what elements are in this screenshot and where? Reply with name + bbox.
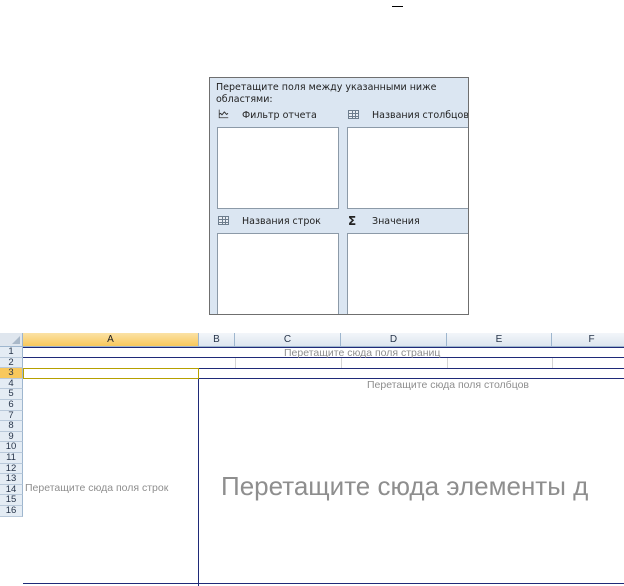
gridline <box>552 358 553 368</box>
grid-icon <box>348 109 362 121</box>
row-labels-label: Названия строк <box>242 215 321 227</box>
select-all-corner[interactable] <box>0 333 23 347</box>
grid-icon <box>218 215 232 227</box>
pivot-outline <box>23 583 624 584</box>
column-labels-header: Названия столбцов <box>348 107 469 123</box>
row-header-11[interactable]: 11 <box>0 453 23 464</box>
active-cell-a3[interactable] <box>23 368 199 379</box>
row-labels-drop-area[interactable] <box>217 233 339 314</box>
column-header-d[interactable]: D <box>341 333 447 347</box>
column-labels-label: Названия столбцов <box>372 109 469 121</box>
data-items-drop-zone[interactable]: Перетащите сюда элементы д <box>221 471 588 501</box>
column-fields-drop-zone[interactable]: Перетащите сюда поля столбцов <box>367 379 529 391</box>
values-label: Значения <box>372 215 420 227</box>
page-fields-drop-zone[interactable]: Перетащите сюда поля страниц <box>284 348 440 359</box>
gridline <box>235 358 236 368</box>
sigma-icon: Σ <box>348 214 357 228</box>
worksheet: A B C D E F 1 2 3 4 5 6 7 8 9 10 11 12 1… <box>0 333 624 586</box>
report-filter-label: Фильтр отчета <box>242 109 317 121</box>
column-header-f[interactable]: F <box>552 333 624 347</box>
row-header-1[interactable]: 1 <box>0 347 23 358</box>
column-header-a[interactable]: A <box>23 333 199 347</box>
row-fields-drop-zone[interactable]: Перетащите сюда поля строк <box>25 482 168 494</box>
pivot-field-list-areas: Перетащите поля между указанными ниже об… <box>209 77 469 315</box>
values-header: Σ Значения <box>348 213 420 229</box>
column-header-e[interactable]: E <box>447 333 552 347</box>
pivot-outline <box>198 378 199 586</box>
values-drop-area[interactable] <box>347 233 468 314</box>
row-header-6[interactable]: 6 <box>0 400 23 411</box>
row-labels-header: Названия строк <box>218 213 321 229</box>
column-labels-drop-area[interactable] <box>347 127 468 209</box>
top-mark <box>392 0 403 7</box>
row-header-16[interactable]: 16 <box>0 506 23 517</box>
report-filter-header: 🗠 Фильтр отчета <box>218 107 317 123</box>
column-header-b[interactable]: B <box>199 333 235 347</box>
report-filter-drop-area[interactable] <box>217 127 339 209</box>
column-header-c[interactable]: C <box>235 333 341 347</box>
gridline <box>447 358 448 368</box>
funnel-icon: 🗠 <box>218 108 230 121</box>
gridline <box>341 358 342 368</box>
field-list-instruction: Перетащите поля между указанными ниже об… <box>216 82 437 105</box>
